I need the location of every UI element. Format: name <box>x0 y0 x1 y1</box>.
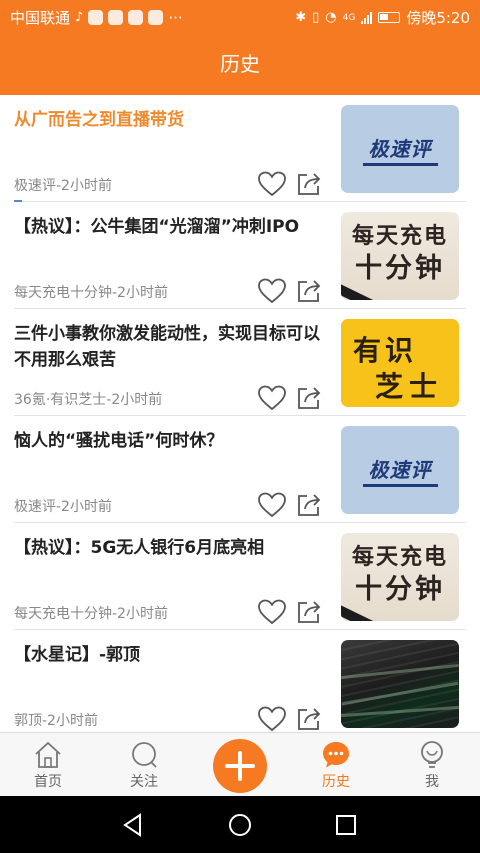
bluetooth-icon: ✱ <box>295 10 307 25</box>
app-notification-icon <box>88 10 104 25</box>
list-item[interactable]: 从广而告之到直播带货 极速评-2小时前 极速评 <box>0 95 480 202</box>
share-icon[interactable] <box>296 171 322 197</box>
page-title: 历史 <box>220 52 260 76</box>
status-bar-left: 中国联通 ♪ ··· <box>10 7 183 28</box>
item-title[interactable]: 恼人的“骚扰电话”何时休？ <box>14 428 326 454</box>
item-title[interactable]: 三件小事教你激发能动性，实现目标可以不用那么艰苦 <box>14 321 326 373</box>
tab-history[interactable]: 历史 <box>288 733 384 796</box>
item-thumbnail[interactable]: 极速评 <box>341 426 459 514</box>
share-icon[interactable] <box>296 492 322 518</box>
item-title[interactable]: 从广而告之到直播带货 <box>14 107 326 133</box>
list-item[interactable]: 【热议】：公牛集团“光溜溜”冲刺IPO 每天充电十分钟-2小时前 每天充电 十分… <box>0 202 480 309</box>
item-thumbnail[interactable]: 有识 芝士 <box>341 319 459 407</box>
profile-bulb-icon <box>421 741 443 768</box>
signal-icon <box>361 11 373 24</box>
item-thumbnail[interactable]: 每天充电 十分钟 <box>341 212 459 300</box>
back-icon[interactable] <box>118 810 148 840</box>
tab-me[interactable]: 我 <box>384 733 480 796</box>
item-thumbnail[interactable] <box>341 640 459 728</box>
item-thumbnail[interactable]: 极速评 <box>341 105 459 193</box>
thumbnail-text: 十分钟 <box>355 574 445 605</box>
thumbnail-texture <box>341 705 459 718</box>
thumbnail-text: 十分钟 <box>355 253 445 284</box>
status-bar-right: ✱ ▯ ◔ 4G 傍晚5:20 <box>295 7 470 28</box>
heart-icon[interactable] <box>258 385 286 411</box>
wifi-icon: ◔ <box>325 10 337 25</box>
heart-icon[interactable] <box>258 492 286 518</box>
share-icon[interactable] <box>296 599 322 625</box>
tab-follow[interactable]: 关注 <box>96 733 192 796</box>
thumbnail-logo-text: 极速评 <box>362 133 438 166</box>
tab-history-label: 历史 <box>322 774 350 790</box>
tab-home[interactable]: 首页 <box>0 733 96 796</box>
thumbnail-texture <box>341 663 459 680</box>
heart-icon[interactable] <box>258 171 286 197</box>
heart-icon[interactable] <box>258 278 286 304</box>
item-meta: 36氪·有识芝士-2小时前 <box>14 392 163 408</box>
music-note-icon: ♪ <box>75 10 84 25</box>
item-meta: 每天充电十分钟-2小时前 <box>14 285 168 301</box>
status-bar: 中国联通 ♪ ··· ✱ ▯ ◔ 4G 傍晚5:20 <box>0 0 480 34</box>
item-title[interactable]: 【热议】：公牛集团“光溜溜”冲刺IPO <box>14 214 326 240</box>
thumbnail-text: 有识 <box>353 334 418 367</box>
item-meta: 郭顶-2小时前 <box>14 713 98 729</box>
history-chat-icon <box>323 742 349 768</box>
list-item[interactable]: 三件小事教你激发能动性，实现目标可以不用那么艰苦 36氪·有识芝士-2小时前 有… <box>0 309 480 416</box>
tab-home-label: 首页 <box>34 774 62 790</box>
follow-icon <box>132 742 157 768</box>
item-meta: 极速评-2小时前 <box>14 178 112 194</box>
item-meta: 极速评-2小时前 <box>14 499 112 515</box>
item-title[interactable]: 【水星记】-郭顶 <box>14 642 326 668</box>
share-icon[interactable] <box>296 278 322 304</box>
app-notification-icon <box>108 10 124 25</box>
add-button[interactable] <box>213 739 267 793</box>
list-item[interactable]: 【热议】：5G无人银行6月底亮相 每天充电十分钟-2小时前 每天充电 十分钟 <box>0 523 480 630</box>
bottom-tab-bar: 首页 关注 历史 我 <box>0 732 480 796</box>
app-notification-icon <box>128 10 144 25</box>
tab-follow-label: 关注 <box>130 774 158 790</box>
tab-me-label: 我 <box>425 774 439 790</box>
clock: 傍晚5:20 <box>406 9 470 27</box>
item-thumbnail[interactable]: 每天充电 十分钟 <box>341 533 459 621</box>
share-icon[interactable] <box>296 706 322 732</box>
network-type-label: 4G <box>342 12 356 23</box>
system-navigation-bar <box>0 796 480 853</box>
carrier-label: 中国联通 <box>10 9 71 27</box>
list-item[interactable]: 【水星记】-郭顶 郭顶-2小时前 <box>0 630 480 732</box>
home-icon <box>35 741 61 768</box>
app-notification-icon <box>148 10 164 25</box>
share-icon[interactable] <box>296 385 322 411</box>
thumbnail-texture <box>341 681 459 706</box>
heart-icon[interactable] <box>258 599 286 625</box>
home-circle-icon[interactable] <box>225 810 255 840</box>
vibrate-icon: ▯ <box>312 10 320 25</box>
app-header: 历史 <box>0 34 480 95</box>
thumbnail-text: 芝士 <box>375 370 444 403</box>
thumbnail-logo-text: 极速评 <box>362 454 438 487</box>
list-item[interactable]: 恼人的“骚扰电话”何时休？ 极速评-2小时前 极速评 <box>0 416 480 523</box>
item-meta: 每天充电十分钟-2小时前 <box>14 606 168 622</box>
heart-icon[interactable] <box>258 706 286 732</box>
recents-icon[interactable] <box>331 810 361 840</box>
battery-icon <box>378 12 401 23</box>
more-notifications-icon: ··· <box>168 8 183 27</box>
item-title[interactable]: 【热议】：5G无人银行6月底亮相 <box>14 535 326 561</box>
history-list[interactable]: 从广而告之到直播带货 极速评-2小时前 极速评 【热议】：公牛集团“光溜溜”冲刺… <box>0 95 480 732</box>
